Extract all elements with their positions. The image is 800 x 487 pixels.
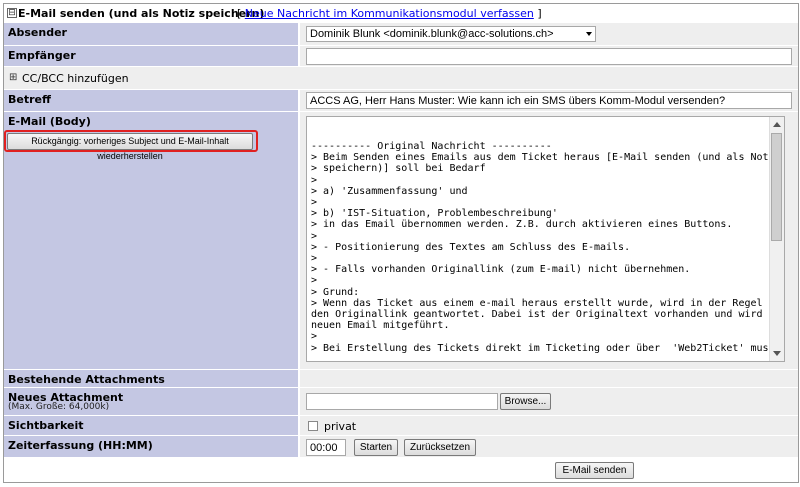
recipient-label: Empfänger — [8, 49, 76, 62]
visibility-label-cell: Sichtbarkeit — [4, 416, 298, 436]
attachments-label: Bestehende Attachments — [8, 373, 165, 386]
visibility-label: Sichtbarkeit — [8, 419, 84, 432]
browse-button[interactable]: Browse... — [500, 393, 551, 410]
new-attachment-value-cell: Browse... — [300, 388, 798, 416]
private-checkbox[interactable] — [308, 421, 318, 431]
panel-link-wrapper: [ Neue Nachricht im Kommunikationsmodul … — [237, 7, 542, 20]
attachments-value-cell — [300, 370, 798, 388]
body-line: ---------- Original Nachricht ---------- — [311, 141, 552, 152]
body-line: > — [311, 230, 318, 242]
reset-timer-button[interactable]: Zurücksetzen — [404, 439, 476, 456]
email-compose-panel: ⊟ E-Mail senden (und als Notiz speichern… — [3, 3, 799, 483]
time-value-cell: Starten Zurücksetzen — [300, 436, 798, 458]
sender-selected-value: Dominik Blunk <dominik.blunk@acc-solutio… — [310, 28, 554, 40]
sender-value-cell: Dominik Blunk <dominik.blunk@acc-solutio… — [300, 23, 798, 46]
ccbcc-cell: ⊞ CC/BCC hinzufügen — [4, 67, 798, 90]
ccbcc-link[interactable]: CC/BCC hinzufügen — [22, 72, 129, 85]
textarea-scrollbar[interactable] — [769, 117, 784, 361]
attachments-row: Bestehende Attachments — [4, 370, 798, 388]
sender-select[interactable]: Dominik Blunk <dominik.blunk@acc-solutio… — [306, 26, 596, 42]
body-line: > Grund: — [311, 286, 360, 298]
visibility-row: Sichtbarkeit privat — [4, 416, 798, 436]
send-email-button[interactable]: E-Mail senden — [555, 462, 634, 479]
time-input[interactable] — [306, 439, 346, 456]
body-line: > — [311, 197, 318, 209]
body-text: ---------- Original Nachricht ----------… — [311, 141, 785, 354]
subject-input[interactable] — [306, 92, 792, 109]
new-attachment-row: Neues Attachment (Max. Große: 64,000k) B… — [4, 388, 798, 416]
subject-row: Betreff — [4, 90, 798, 112]
scroll-down-icon[interactable] — [773, 351, 781, 356]
panel-header: ⊟ E-Mail senden (und als Notiz speichern… — [4, 4, 798, 23]
ccbcc-row: ⊞ CC/BCC hinzufügen — [4, 67, 798, 90]
sender-label: Absender — [8, 26, 67, 39]
body-line: > Wenn das Ticket aus einem e-mail herau… — [311, 297, 785, 309]
body-line: neuen Email mitgeführt. — [311, 320, 450, 332]
body-line: > — [311, 174, 318, 186]
recipient-label-cell: Empfänger — [4, 46, 298, 67]
collapse-icon[interactable]: ⊟ — [7, 8, 17, 18]
time-label-cell: Zeiterfassung (HH:MM) — [4, 436, 298, 458]
link-bracket-open: [ — [237, 7, 242, 20]
recipient-row: Empfänger — [4, 46, 798, 67]
chevron-down-icon — [586, 32, 592, 36]
body-line: > - Positionierung des Textes am Schluss… — [311, 241, 631, 253]
subject-value-cell — [300, 90, 798, 112]
max-size-note: (Max. Große: 64,000k) — [8, 402, 110, 412]
body-line: > a) 'Zusammenfassung' und — [311, 185, 468, 197]
file-path-input[interactable] — [306, 393, 498, 410]
new-attachment-label-cell: Neues Attachment (Max. Große: 64,000k) — [4, 388, 298, 416]
new-message-link[interactable]: Neue Nachricht im Kommunikationsmodul ve… — [245, 7, 534, 20]
body-textarea[interactable]: ---------- Original Nachricht ----------… — [306, 116, 785, 362]
body-label-cell: E-Mail (Body) Rückgängig: vorheriges Sub… — [4, 112, 298, 370]
body-value-cell: ---------- Original Nachricht ----------… — [300, 112, 798, 370]
link-bracket-close: ] — [537, 7, 542, 20]
body-line: den Originallink geantwortet. Dabei ist … — [311, 309, 781, 321]
body-line: > b) 'IST-Situation, Problembeschreibung… — [311, 208, 558, 220]
attachments-label-cell: Bestehende Attachments — [4, 370, 298, 388]
subject-label-cell: Betreff — [4, 90, 298, 112]
private-label: privat — [324, 420, 357, 433]
scroll-up-icon[interactable] — [773, 122, 781, 127]
sender-row: Absender Dominik Blunk <dominik.blunk@ac… — [4, 23, 798, 46]
body-label: E-Mail (Body) — [8, 115, 91, 128]
scroll-thumb[interactable] — [771, 133, 782, 241]
body-line: > Beim Senden eines Emails aus dem Ticke… — [311, 152, 781, 164]
recipient-input[interactable] — [306, 48, 792, 65]
body-line: > speichern)] soll bei Bedarf — [311, 163, 486, 175]
time-label: Zeiterfassung (HH:MM) — [8, 439, 153, 452]
body-row: E-Mail (Body) Rückgängig: vorheriges Sub… — [4, 112, 798, 370]
body-line: > — [311, 253, 318, 265]
visibility-value-cell: privat — [300, 416, 798, 436]
panel-title: E-Mail senden (und als Notiz speichern) — [18, 7, 265, 20]
body-line: > — [311, 331, 318, 343]
time-tracking-row: Zeiterfassung (HH:MM) Starten Zurücksetz… — [4, 436, 798, 458]
highlight-box — [4, 130, 258, 152]
body-line: > in das Email übernommen werden. Z.B. d… — [311, 219, 733, 231]
start-timer-button[interactable]: Starten — [354, 439, 398, 456]
expand-plus-icon[interactable]: ⊞ — [9, 73, 17, 83]
subject-label: Betreff — [8, 93, 51, 106]
footer-row: E-Mail senden — [4, 458, 798, 482]
recipient-value-cell — [300, 46, 798, 67]
sender-label-cell: Absender — [4, 23, 298, 46]
body-line: > - Falls vorhanden Originallink (zum E-… — [311, 264, 691, 276]
body-line: > — [311, 275, 318, 287]
body-line: > Bei Erstellung des Tickets direkt im T… — [311, 342, 775, 354]
